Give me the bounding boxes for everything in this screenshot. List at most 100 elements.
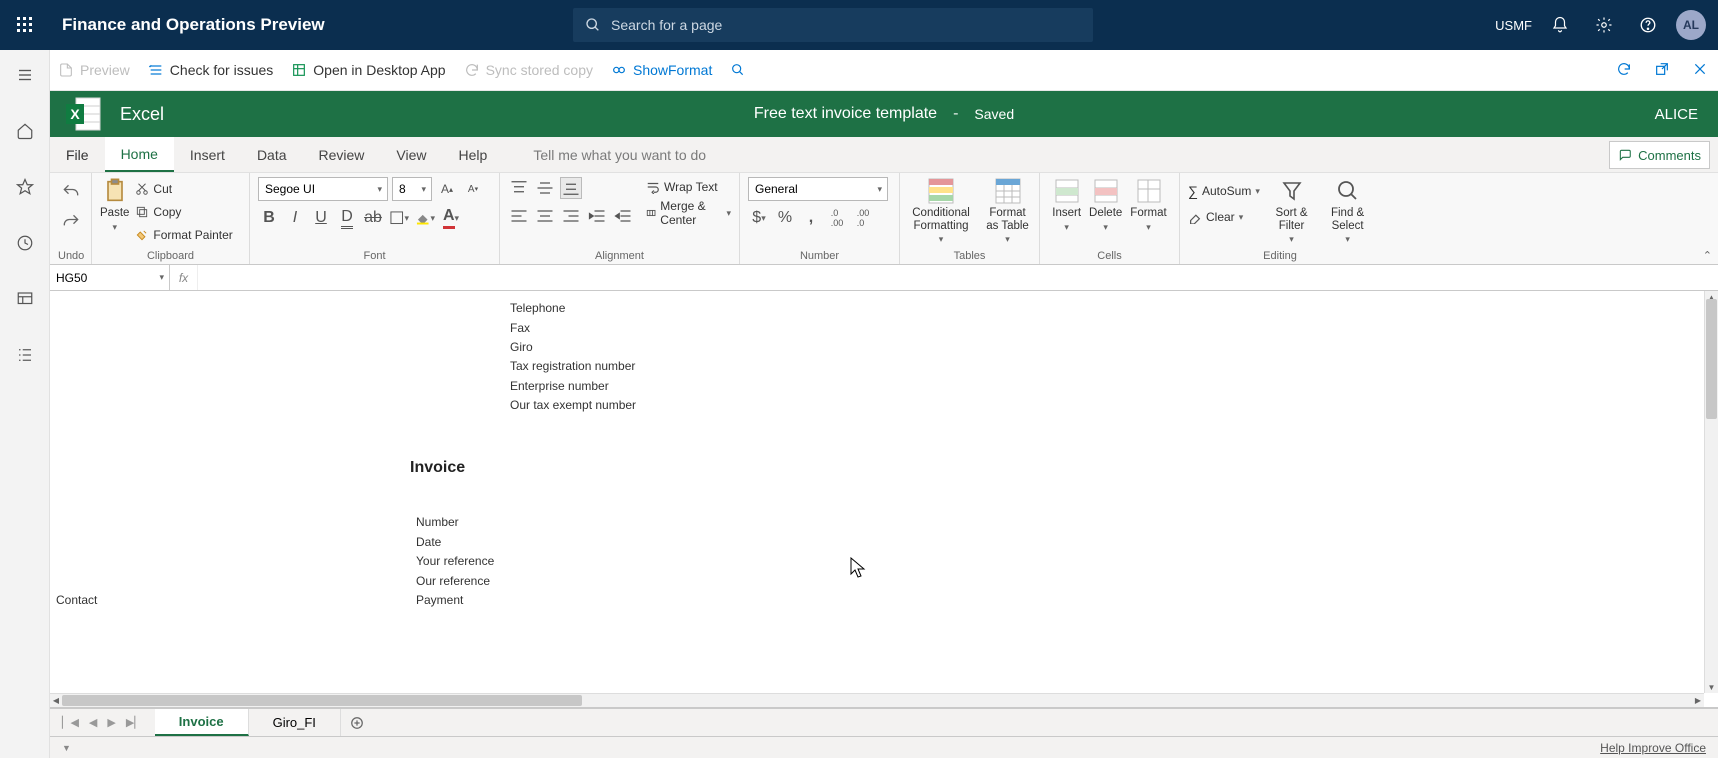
conditional-formatting-button[interactable]: Conditional Formatting bbox=[908, 177, 974, 245]
excel-user[interactable]: ALICE bbox=[1655, 106, 1698, 123]
increase-indent-button[interactable] bbox=[612, 205, 634, 227]
preview-label: Preview bbox=[80, 62, 130, 78]
sheet-tab-invoice[interactable]: Invoice bbox=[155, 709, 249, 736]
cell-heading: Invoice bbox=[410, 459, 465, 477]
help-icon[interactable] bbox=[1626, 0, 1670, 50]
undo-button[interactable] bbox=[60, 181, 82, 203]
star-icon[interactable] bbox=[5, 172, 45, 202]
preview-toolbar: Preview Check for issues Open in Desktop… bbox=[50, 50, 1718, 91]
workspace-icon[interactable] bbox=[5, 284, 45, 314]
wrap-text-button[interactable]: Wrap Text bbox=[646, 177, 731, 197]
align-center-button[interactable] bbox=[534, 205, 556, 227]
copy-button[interactable]: Copy bbox=[135, 202, 232, 222]
add-sheet-button[interactable] bbox=[341, 709, 373, 736]
double-underline-button[interactable]: D bbox=[336, 207, 358, 229]
tab-file[interactable]: File bbox=[50, 137, 105, 172]
decrease-decimal-button[interactable]: .00.0 bbox=[852, 207, 874, 229]
tab-data[interactable]: Data bbox=[241, 137, 303, 172]
tab-review[interactable]: Review bbox=[303, 137, 381, 172]
fill-color-button[interactable] bbox=[414, 207, 436, 229]
preview-button: Preview bbox=[58, 62, 130, 78]
app-launcher-icon[interactable] bbox=[0, 0, 50, 50]
popout-icon[interactable] bbox=[1654, 61, 1670, 80]
redo-button[interactable] bbox=[60, 211, 82, 233]
company-code[interactable]: USMF bbox=[1495, 18, 1532, 33]
percent-button[interactable]: % bbox=[774, 207, 796, 229]
format-cells-button[interactable]: Format bbox=[1130, 177, 1166, 233]
modules-icon[interactable] bbox=[5, 340, 45, 370]
hamburger-icon[interactable] bbox=[5, 60, 45, 90]
number-format-select[interactable]: General bbox=[748, 177, 888, 201]
autosum-button[interactable]: ∑AutoSum bbox=[1188, 181, 1260, 201]
sheet-tab-giro[interactable]: Giro_FI bbox=[249, 709, 341, 736]
comma-button[interactable]: , bbox=[800, 207, 822, 229]
document-title[interactable]: Free text invoice template bbox=[754, 105, 937, 123]
comments-button[interactable]: Comments bbox=[1609, 141, 1710, 169]
increase-decimal-button[interactable]: .0.00 bbox=[826, 207, 848, 229]
sheet-nav[interactable]: ▏◀◀▶▶▏ bbox=[50, 709, 155, 736]
open-desktop-label: Open in Desktop App bbox=[313, 62, 445, 78]
strike-button[interactable]: ab bbox=[362, 207, 384, 229]
sheet-grid[interactable]: Telephone Fax Giro Tax registration numb… bbox=[50, 291, 1704, 693]
sync-label: Sync stored copy bbox=[486, 62, 593, 78]
tab-insert[interactable]: Insert bbox=[174, 137, 241, 172]
search-button[interactable] bbox=[730, 62, 746, 78]
align-top-button[interactable] bbox=[508, 177, 530, 199]
refresh-icon[interactable] bbox=[1616, 61, 1632, 80]
cell-text: Telephone bbox=[510, 301, 565, 315]
sort-filter-button[interactable]: Sort & Filter bbox=[1270, 177, 1313, 245]
format-as-table-button[interactable]: Format as Table bbox=[984, 177, 1031, 245]
open-desktop-button[interactable]: Open in Desktop App bbox=[291, 62, 445, 78]
cell-text: Your reference bbox=[416, 554, 494, 568]
collapse-ribbon-button[interactable]: ⌃ bbox=[1703, 249, 1712, 262]
format-painter-button[interactable]: Format Painter bbox=[135, 225, 232, 245]
sheet-area[interactable]: Telephone Fax Giro Tax registration numb… bbox=[50, 291, 1718, 708]
shrink-font-button[interactable]: A▾ bbox=[462, 178, 484, 200]
align-left-button[interactable] bbox=[508, 205, 530, 227]
gear-icon[interactable] bbox=[1582, 0, 1626, 50]
group-alignment-label: Alignment bbox=[508, 250, 731, 264]
cell-text: Giro bbox=[510, 340, 533, 354]
status-menu-icon[interactable]: ▼ bbox=[62, 743, 71, 753]
search-placeholder: Search for a page bbox=[611, 17, 722, 33]
vertical-scrollbar[interactable]: ▲▼ bbox=[1704, 291, 1718, 693]
bold-button[interactable]: B bbox=[258, 207, 280, 229]
find-select-button[interactable]: Find & Select bbox=[1323, 177, 1372, 245]
search-icon bbox=[585, 17, 601, 33]
align-right-button[interactable] bbox=[560, 205, 582, 227]
paste-button[interactable]: Paste bbox=[100, 177, 129, 233]
border-button[interactable] bbox=[388, 207, 410, 229]
grow-font-button[interactable]: A▴ bbox=[436, 178, 458, 200]
delete-cells-button[interactable]: Delete bbox=[1089, 177, 1122, 233]
notifications-icon[interactable] bbox=[1538, 0, 1582, 50]
tell-me-input[interactable]: Tell me what you want to do bbox=[533, 137, 706, 172]
tab-home[interactable]: Home bbox=[105, 137, 174, 172]
decrease-indent-button[interactable] bbox=[586, 205, 608, 227]
currency-button[interactable]: $ bbox=[748, 207, 770, 229]
horizontal-scrollbar[interactable]: ◀▶ bbox=[50, 693, 1704, 707]
tab-view[interactable]: View bbox=[380, 137, 442, 172]
insert-cells-button[interactable]: Insert bbox=[1052, 177, 1081, 233]
clear-button[interactable]: Clear bbox=[1188, 207, 1260, 227]
name-box[interactable]: HG50 bbox=[50, 265, 170, 290]
fx-icon[interactable]: fx bbox=[170, 265, 198, 290]
show-format-button[interactable]: ShowFormat bbox=[611, 62, 712, 78]
merge-center-button[interactable]: Merge & Center bbox=[646, 203, 731, 223]
avatar[interactable]: AL bbox=[1676, 10, 1706, 40]
check-issues-button[interactable]: Check for issues bbox=[148, 62, 273, 78]
italic-button[interactable]: I bbox=[284, 207, 306, 229]
home-icon[interactable] bbox=[5, 116, 45, 146]
font-family-select[interactable]: Segoe UI bbox=[258, 177, 388, 201]
align-bottom-button[interactable] bbox=[560, 177, 582, 199]
underline-button[interactable]: U bbox=[310, 207, 332, 229]
help-improve-link[interactable]: Help Improve Office bbox=[1600, 741, 1706, 755]
tab-help[interactable]: Help bbox=[443, 137, 504, 172]
excel-app-name: Excel bbox=[120, 104, 164, 125]
global-search[interactable]: Search for a page bbox=[573, 8, 1093, 42]
font-color-button[interactable]: A bbox=[440, 207, 462, 229]
close-icon[interactable] bbox=[1692, 61, 1708, 80]
align-middle-button[interactable] bbox=[534, 177, 556, 199]
font-size-select[interactable]: 8 bbox=[392, 177, 432, 201]
cut-button[interactable]: Cut bbox=[135, 179, 232, 199]
recent-icon[interactable] bbox=[5, 228, 45, 258]
